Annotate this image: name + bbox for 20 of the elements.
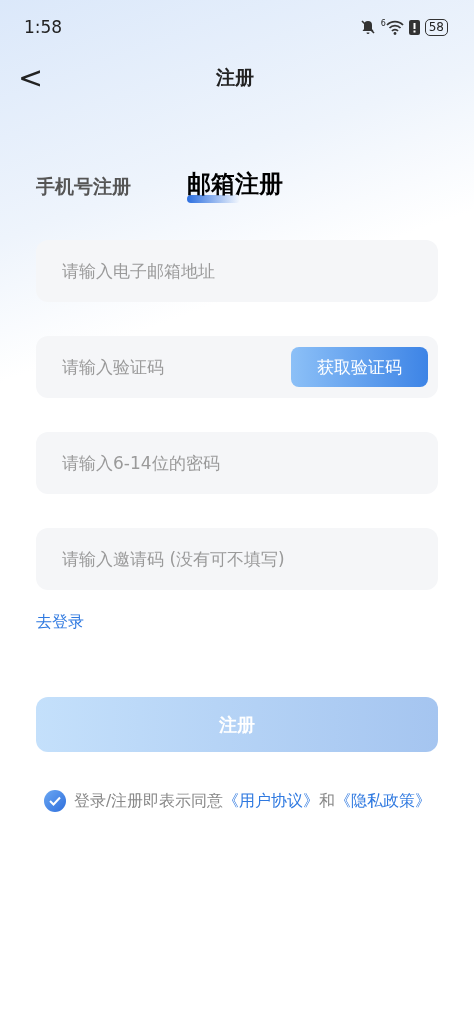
input-field[interactable]: 请输入6-14位的密码: [36, 432, 438, 494]
input-field[interactable]: 请输入电子邮箱地址: [36, 240, 438, 302]
agreement-link[interactable]: 《隐私政策》: [335, 791, 432, 810]
login-link[interactable]: 去登录: [36, 612, 84, 633]
page-title: 注册: [215, 65, 254, 90]
network-label: 6: [380, 18, 386, 28]
agreement-link[interactable]: 《用户协议》: [223, 791, 320, 810]
bell-off-icon: [359, 19, 376, 35]
alert-icon: [408, 19, 420, 35]
agreement-text: 登录/注册即表示同意《用户协议》和《隐私政策》: [74, 790, 432, 812]
tab[interactable]: 邮箱注册: [187, 168, 283, 202]
agree-checkbox[interactable]: [44, 790, 66, 812]
check-icon: [49, 796, 61, 806]
battery-icon: 58: [424, 18, 448, 36]
back-button[interactable]: <: [18, 63, 44, 93]
get-code-button[interactable]: 获取验证码: [291, 347, 428, 387]
input-field[interactable]: 请输入邀请码 (没有可不填写): [36, 528, 438, 590]
tab[interactable]: 手机号注册: [36, 174, 131, 202]
wifi-icon: [385, 19, 404, 35]
status-time: 1:58: [24, 17, 64, 37]
